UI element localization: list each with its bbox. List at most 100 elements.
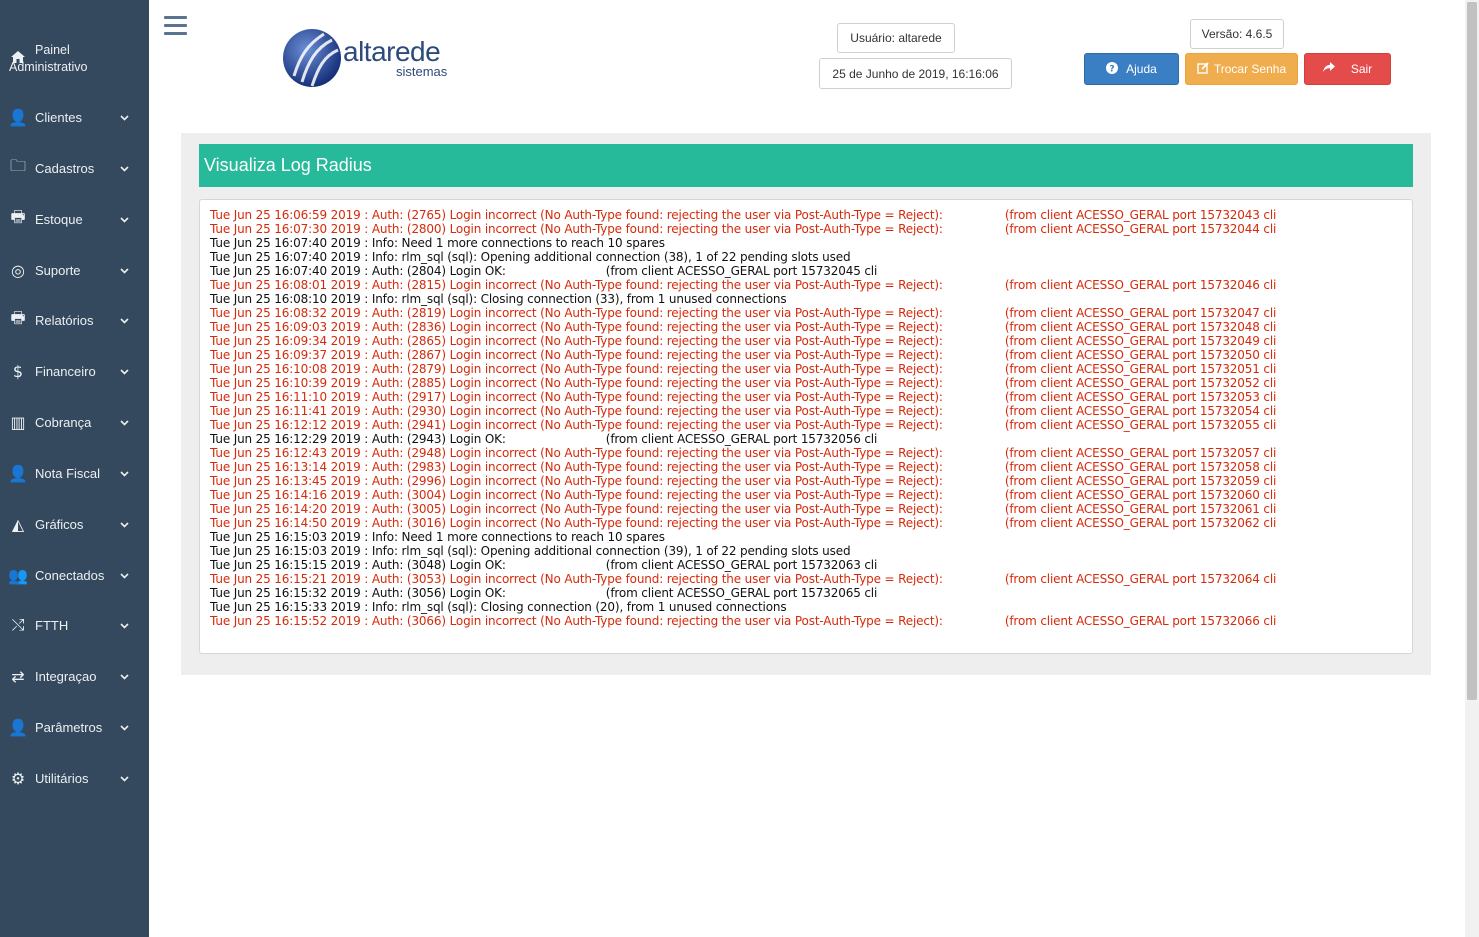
log-line-client: (from client ACESSO_GERAL port 15732055 … xyxy=(1004,418,1277,432)
log-line: Tue Jun 25 16:15:52 2019 : Auth: (3066) … xyxy=(210,614,1400,628)
sidebar-item-7[interactable]: 👤 Nota Fiscal xyxy=(0,453,149,493)
log-line-text: Tue Jun 25 16:15:03 2019 : Info: Need 1 … xyxy=(210,530,665,544)
log-line: Tue Jun 25 16:15:33 2019 : Info: rlm_sql… xyxy=(210,600,1400,614)
redacted-username xyxy=(942,391,1005,404)
log-line-text: Tue Jun 25 16:12:29 2019 : Auth: (2943) … xyxy=(210,432,506,446)
log-line: Tue Jun 25 16:07:40 2019 : Info: rlm_sql… xyxy=(210,250,1400,264)
logo-subtitle: sistemas xyxy=(396,64,448,79)
redacted-cli xyxy=(1276,209,1387,222)
sidebar-item-2[interactable]: 🖶 Estoque xyxy=(0,199,149,239)
change-password-button[interactable]: Trocar Senha xyxy=(1185,53,1298,85)
sidebar-item-9[interactable]: 👥 Conectados xyxy=(0,555,149,595)
log-line-text: Tue Jun 25 16:14:50 2019 : Auth: (3016) … xyxy=(210,516,943,530)
log-line: Tue Jun 25 16:06:59 2019 : Auth: (2765) … xyxy=(210,208,1400,222)
sidebar-item-3[interactable]: ◎ Suporte xyxy=(0,250,149,290)
log-line-text: Tue Jun 25 16:07:40 2019 : Auth: (2804) … xyxy=(210,264,506,278)
log-line-client: (from client ACESSO_GERAL port 15732058 … xyxy=(1004,460,1277,474)
sidebar: Painel Administrativo 👤 Clientes 🗀 Cadastro… xyxy=(0,0,149,937)
log-line: Tue Jun 25 16:13:45 2019 : Auth: (2996) … xyxy=(210,474,1400,488)
redacted-username xyxy=(505,559,606,572)
log-line-text: Tue Jun 25 16:10:08 2019 : Auth: (2879) … xyxy=(210,362,943,376)
sidebar-item-1[interactable]: 🗀 Cadastros xyxy=(0,148,149,188)
sidebar-item-label: Cadastros xyxy=(35,160,95,176)
log-line: Tue Jun 25 16:14:20 2019 : Auth: (3005) … xyxy=(210,502,1400,516)
menu-toggle-icon[interactable] xyxy=(164,16,187,36)
redacted-username xyxy=(942,279,1005,292)
print-icon: 🖶 xyxy=(10,307,26,327)
redacted-cli xyxy=(1276,517,1387,530)
redacted-username xyxy=(942,503,1005,516)
sidebar-item-label: Gráficos xyxy=(35,516,84,532)
log-line: Tue Jun 25 16:10:39 2019 : Auth: (2885) … xyxy=(210,376,1400,390)
sidebar-item-12[interactable]: 👤 Parâmetros xyxy=(0,707,149,747)
sidebar-item-6[interactable]: ▥ Cobrança xyxy=(0,402,149,442)
redacted-username xyxy=(942,447,1005,460)
log-line-text: Tue Jun 25 16:13:14 2019 : Auth: (2983) … xyxy=(210,460,943,474)
redacted-cli xyxy=(1276,349,1387,362)
exit-button[interactable]: Sair xyxy=(1304,53,1391,85)
log-line-text: Tue Jun 25 16:15:21 2019 : Auth: (3053) … xyxy=(210,572,943,586)
sidebar-item-label: Painel Administrativo xyxy=(9,43,88,74)
log-line: Tue Jun 25 16:15:32 2019 : Auth: (3056) … xyxy=(210,586,1400,600)
user-icon: 👤 xyxy=(8,107,28,127)
log-line-client: (from client ACESSO_GERAL port 15732062 … xyxy=(1004,516,1277,530)
scrollbar[interactable] xyxy=(1465,0,1479,937)
scrollbar-thumb[interactable] xyxy=(1467,2,1477,700)
log-line-client: (from client ACESSO_GERAL port 15732047 … xyxy=(1004,306,1277,320)
sidebar-item-11[interactable]: ⇄ Integraçao xyxy=(0,656,149,696)
log-line-text: Tue Jun 25 16:07:40 2019 : Info: Need 1 … xyxy=(210,236,665,250)
redacted-username xyxy=(505,587,606,600)
log-line-client: (from client ACESSO_GERAL port 15732045 … xyxy=(605,264,878,278)
redacted-cli xyxy=(1276,475,1387,488)
chevron-down-icon xyxy=(120,314,129,327)
redacted-cli xyxy=(1276,573,1387,586)
retweet-icon: ⇄ xyxy=(11,666,25,686)
sidebar-item-13[interactable]: ⚙ Utilitários xyxy=(0,758,149,798)
redacted-username xyxy=(942,321,1005,334)
redacted-cli xyxy=(1276,489,1387,502)
log-line: Tue Jun 25 16:14:50 2019 : Auth: (3016) … xyxy=(210,516,1400,530)
log-line: Tue Jun 25 16:09:37 2019 : Auth: (2867) … xyxy=(210,348,1400,362)
sidebar-item-10[interactable]: ⤭ FTTH xyxy=(0,605,149,645)
change-password-button-label: Trocar Senha xyxy=(1213,62,1287,76)
log-line-text: Tue Jun 25 16:11:41 2019 : Auth: (2930) … xyxy=(210,404,943,418)
sidebar-item-8[interactable]: ◭ Gráficos xyxy=(0,504,149,544)
help-button[interactable]: ? Ajuda xyxy=(1084,53,1179,85)
log-line: Tue Jun 25 16:12:12 2019 : Auth: (2941) … xyxy=(210,418,1400,432)
redacted-username xyxy=(942,349,1005,362)
log-line-client: (from client ACESSO_GERAL port 15732048 … xyxy=(1004,320,1277,334)
redacted-cli xyxy=(1276,419,1387,432)
sidebar-item-5[interactable]: $ Financeiro xyxy=(0,351,149,391)
log-line-text: Tue Jun 25 16:09:37 2019 : Auth: (2867) … xyxy=(210,348,943,362)
chevron-down-icon xyxy=(120,213,129,226)
chevron-down-icon xyxy=(120,772,129,785)
chevron-down-icon xyxy=(120,365,129,378)
redacted-username xyxy=(942,209,1005,222)
share-arrow-icon xyxy=(1322,62,1335,76)
log-line-client: (from client ACESSO_GERAL port 15732065 … xyxy=(605,586,878,600)
redacted-username xyxy=(942,461,1005,474)
log-line: Tue Jun 25 16:13:14 2019 : Auth: (2983) … xyxy=(210,460,1400,474)
sidebar-item-label: Relatórios xyxy=(35,312,94,328)
redacted-cli xyxy=(1276,363,1387,376)
sidebar-item-0[interactable]: 👤 Clientes xyxy=(0,97,149,137)
log-line: Tue Jun 25 16:15:03 2019 : Info: Need 1 … xyxy=(210,530,1400,544)
log-line: Tue Jun 25 16:07:40 2019 : Auth: (2804) … xyxy=(210,264,1400,278)
svg-text:?: ? xyxy=(1110,64,1115,74)
user-icon: 👤 xyxy=(8,463,28,483)
dollar-icon: $ xyxy=(12,361,24,381)
redacted-cli xyxy=(1276,377,1387,390)
lifebuoy-icon: ◎ xyxy=(11,260,25,280)
redacted-cli xyxy=(1276,461,1387,474)
sidebar-item-4[interactable]: 🖶 Relatórios xyxy=(0,300,149,340)
redacted-cli xyxy=(1276,447,1387,460)
log-line-text: Tue Jun 25 16:06:59 2019 : Auth: (2765) … xyxy=(210,208,943,222)
log-line-client: (from client ACESSO_GERAL port 15732061 … xyxy=(1004,502,1277,516)
log-line-client: (from client ACESSO_GERAL port 15732057 … xyxy=(1004,446,1277,460)
log-line-client: (from client ACESSO_GERAL port 15732054 … xyxy=(1004,404,1277,418)
log-line-text: Tue Jun 25 16:11:10 2019 : Auth: (2917) … xyxy=(210,390,943,404)
sidebar-item-painel-administrativo[interactable]: Painel Administrativo xyxy=(0,38,149,78)
chevron-down-icon xyxy=(120,518,129,531)
log-line: Tue Jun 25 16:08:32 2019 : Auth: (2819) … xyxy=(210,306,1400,320)
sidebar-item-label: Nota Fiscal xyxy=(35,465,101,481)
